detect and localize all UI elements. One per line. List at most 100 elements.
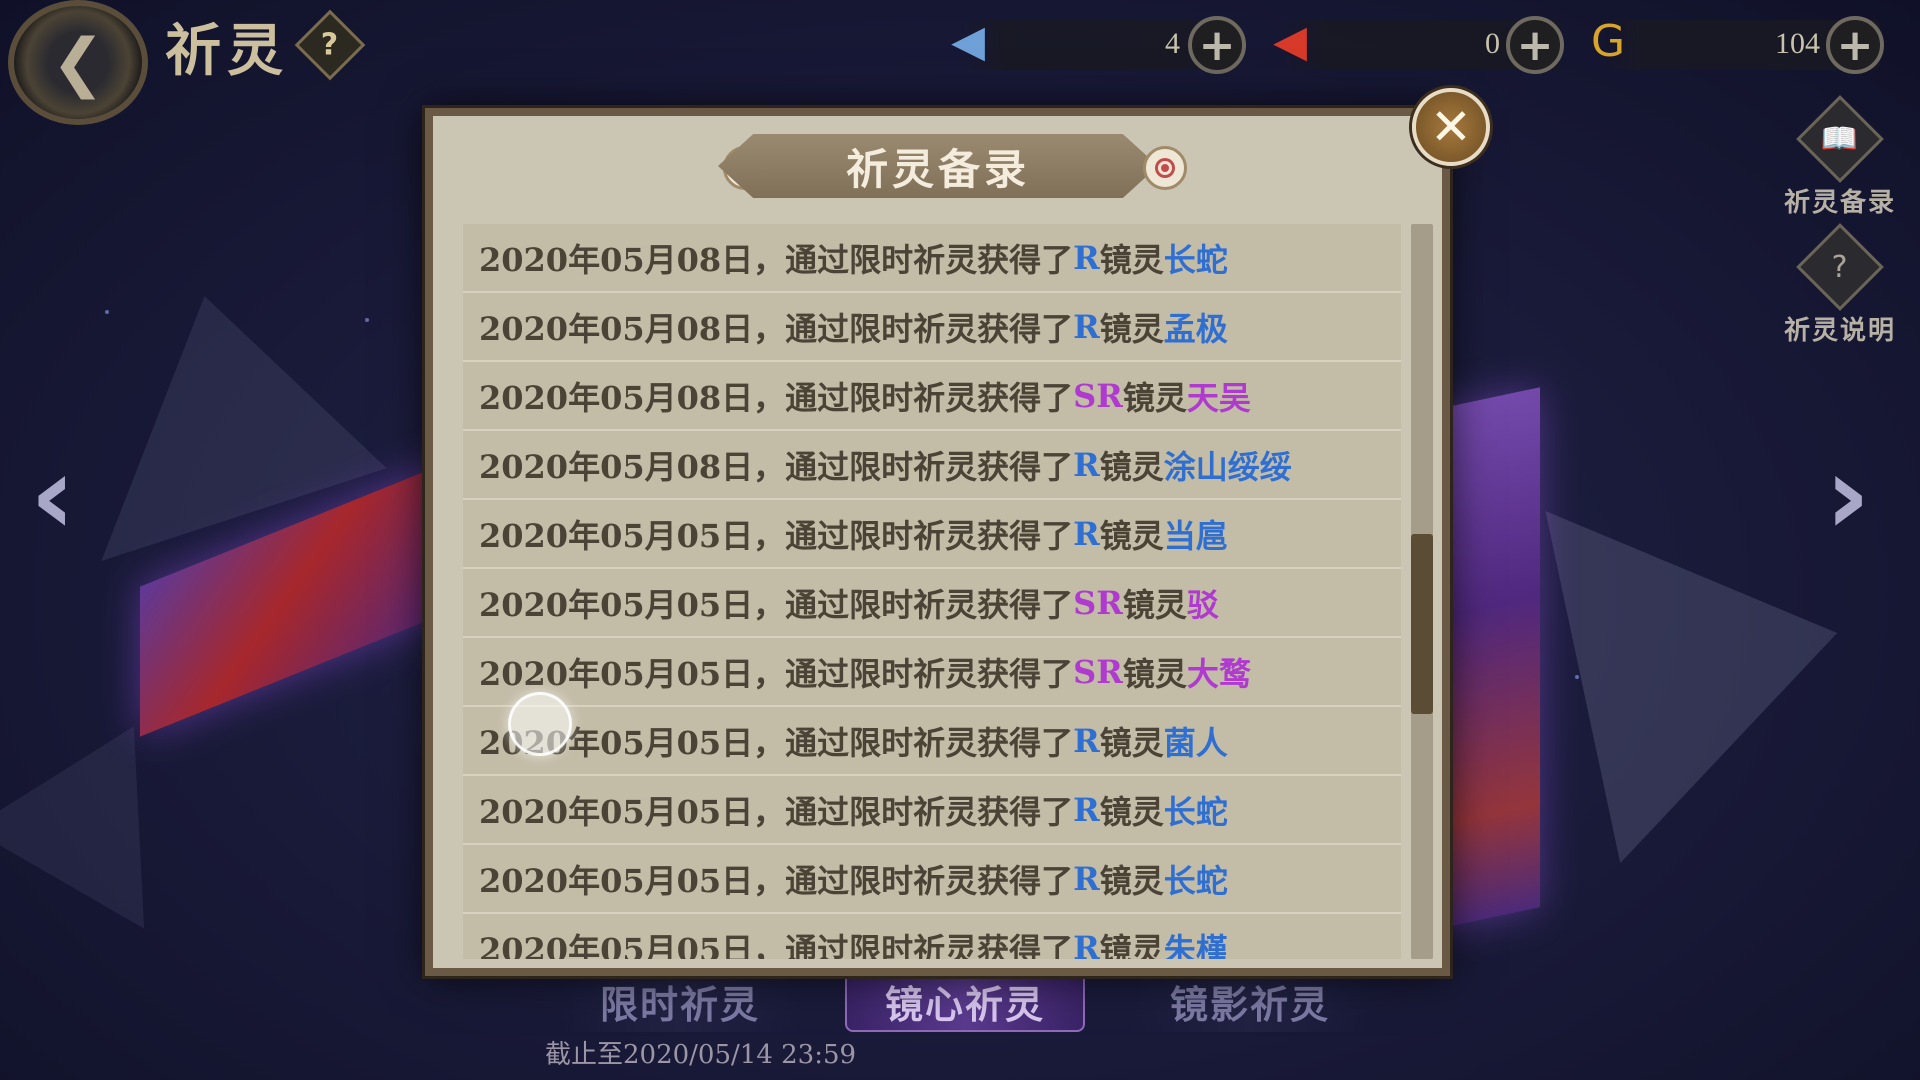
record-text: 通过限时祈灵获得了 bbox=[785, 447, 1074, 486]
record-row: 2020年05月05日， 通过限时祈灵获得了 R 镜灵 朱槿 bbox=[463, 914, 1401, 959]
info-icon: ? bbox=[1832, 249, 1848, 285]
record-rarity: R bbox=[1073, 928, 1100, 960]
record-rarity: SR bbox=[1073, 583, 1123, 622]
dialog-title-plate: 祈灵备录 bbox=[718, 134, 1158, 198]
record-text: 通过限时祈灵获得了 bbox=[785, 723, 1074, 762]
add-gold-coin-button[interactable]: + bbox=[1826, 16, 1884, 74]
record-date: 2020年05月05日， bbox=[479, 516, 786, 555]
record-row: 2020年05月08日， 通过限时祈灵获得了 R 镜灵 涂山绥绥 bbox=[463, 431, 1401, 500]
record-text: 通过限时祈灵获得了 bbox=[785, 792, 1074, 831]
record-rarity: R bbox=[1073, 514, 1100, 553]
pray-info-button[interactable]: ? 祈灵说明 bbox=[1780, 223, 1900, 356]
record-name: 长蛇 bbox=[1163, 792, 1228, 831]
prev-arrow-icon[interactable]: ‹ bbox=[30, 440, 75, 550]
record-name: 菌人 bbox=[1163, 723, 1228, 762]
record-rarity: R bbox=[1073, 307, 1100, 346]
scrollbar[interactable] bbox=[1411, 224, 1433, 959]
record-type: 镜灵 bbox=[1099, 309, 1164, 348]
title-ornament-icon bbox=[1143, 146, 1187, 190]
record-row: 2020年05月08日， 通过限时祈灵获得了 SR 镜灵 天吴 bbox=[463, 362, 1401, 431]
record-text: 通过限时祈灵获得了 bbox=[785, 240, 1074, 279]
touch-indicator bbox=[508, 692, 572, 756]
record-rarity: R bbox=[1073, 721, 1100, 760]
scrollbar-thumb[interactable] bbox=[1411, 534, 1433, 714]
record-rarity: SR bbox=[1073, 376, 1123, 415]
record-row: 2020年05月05日， 通过限时祈灵获得了 R 镜灵 长蛇 bbox=[463, 776, 1401, 845]
back-button[interactable]: ❮ bbox=[8, 0, 148, 125]
record-type: 镜灵 bbox=[1122, 585, 1187, 624]
record-row: 2020年05月08日， 通过限时祈灵获得了 R 镜灵 孟极 bbox=[463, 293, 1401, 362]
record-list[interactable]: 2020年05月08日， 通过限时祈灵获得了 R 镜灵 长蛇 2020年05月08日， 通过… bbox=[463, 224, 1401, 959]
record-text: 通过限时祈灵获得了 bbox=[785, 861, 1074, 900]
next-arrow-icon[interactable]: › bbox=[1825, 440, 1870, 550]
resource-value: 4 bbox=[1165, 27, 1180, 60]
record-type: 镜灵 bbox=[1122, 654, 1187, 693]
tab-mirror-shadow-pray[interactable]: 镜影祈灵 bbox=[1130, 970, 1370, 1032]
record-text: 通过限时祈灵获得了 bbox=[785, 516, 1074, 555]
record-row: 2020年05月05日， 通过限时祈灵获得了 R 镜灵 菌人 bbox=[463, 707, 1401, 776]
record-date: 2020年05月08日， bbox=[479, 240, 786, 279]
background-triangle bbox=[0, 681, 230, 929]
record-name: 大鹜 bbox=[1186, 654, 1251, 693]
record-type: 镜灵 bbox=[1099, 240, 1164, 279]
gold-coin-icon: G bbox=[1590, 16, 1626, 67]
record-date: 2020年05月08日， bbox=[479, 447, 786, 486]
background-star bbox=[105, 310, 109, 314]
help-button[interactable]: ? bbox=[294, 9, 366, 81]
record-name: 涂山绥绥 bbox=[1163, 447, 1292, 486]
record-text: 通过限时祈灵获得了 bbox=[785, 930, 1074, 960]
pray-record-dialog: 祈灵备录 2020年05月08日， 通过限时祈灵获得了 R 镜灵 长蛇 2020年05月0… bbox=[425, 108, 1450, 976]
deadline-text: 截止至2020/05/14 23:59 bbox=[545, 1040, 857, 1070]
record-date: 2020年05月08日， bbox=[479, 309, 786, 348]
background-star bbox=[365, 318, 369, 322]
record-name: 长蛇 bbox=[1163, 861, 1228, 900]
record-type: 镜灵 bbox=[1099, 930, 1164, 960]
record-type: 镜灵 bbox=[1099, 516, 1164, 555]
record-type: 镜灵 bbox=[1099, 792, 1164, 831]
record-date: 2020年05月05日， bbox=[479, 654, 786, 693]
record-row: 2020年05月05日， 通过限时祈灵获得了 SR 镜灵驳 bbox=[463, 569, 1401, 638]
record-row: 2020年05月08日， 通过限时祈灵获得了 R 镜灵 长蛇 bbox=[463, 224, 1401, 293]
pray-info-label: 祈灵说明 bbox=[1783, 316, 1896, 346]
record-book-label: 祈灵备录 bbox=[1783, 188, 1896, 218]
record-type: 镜灵 bbox=[1099, 723, 1164, 762]
close-button[interactable]: ✕ bbox=[1412, 88, 1490, 166]
record-name: 朱槿 bbox=[1163, 930, 1228, 960]
blue-crystal-icon: ◀ bbox=[951, 16, 985, 67]
add-red-crystal-button[interactable]: + bbox=[1506, 16, 1564, 74]
record-rarity: R bbox=[1073, 238, 1100, 277]
record-type: 镜灵 bbox=[1099, 861, 1164, 900]
resource-value: 104 bbox=[1775, 27, 1820, 60]
record-text: 通过限时祈灵获得了 bbox=[785, 378, 1074, 417]
record-name: 天吴 bbox=[1186, 378, 1251, 417]
red-crystal-icon: ◀ bbox=[1273, 16, 1307, 67]
record-name: 孟极 bbox=[1163, 309, 1228, 348]
record-rarity: R bbox=[1073, 445, 1100, 484]
record-type: 镜灵 bbox=[1099, 447, 1164, 486]
record-date: 2020年05月08日， bbox=[479, 378, 786, 417]
record-row: 2020年05月05日， 通过限时祈灵获得了 SR 镜灵 大鹜 bbox=[463, 638, 1401, 707]
record-rarity: SR bbox=[1073, 652, 1123, 691]
dialog-title: 祈灵备录 bbox=[845, 144, 1030, 194]
question-icon: ? bbox=[321, 27, 339, 63]
record-rarity: R bbox=[1073, 859, 1100, 898]
add-blue-crystal-button[interactable]: + bbox=[1188, 16, 1246, 74]
record-rarity: R bbox=[1073, 790, 1100, 829]
record-row: 2020年05月05日， 通过限时祈灵获得了 R 镜灵 当扈 bbox=[463, 500, 1401, 569]
book-icon: 📖 bbox=[1821, 121, 1859, 157]
record-book-button[interactable]: 📖 祈灵备录 bbox=[1780, 95, 1900, 228]
record-name: 长蛇 bbox=[1163, 240, 1228, 279]
record-type: 镜灵 bbox=[1122, 378, 1187, 417]
tab-mirror-heart-pray[interactable]: 镜心祈灵 bbox=[845, 970, 1085, 1032]
record-text: 通过限时祈灵获得了 bbox=[785, 585, 1074, 624]
record-row: 2020年05月05日， 通过限时祈灵获得了 R 镜灵 长蛇 bbox=[463, 845, 1401, 914]
resource-value: 0 bbox=[1485, 27, 1500, 60]
record-date: 2020年05月05日， bbox=[479, 585, 786, 624]
record-text: 通过限时祈灵获得了 bbox=[785, 309, 1074, 348]
back-arrow-icon: ❮ bbox=[51, 25, 105, 100]
background-star bbox=[1575, 675, 1579, 679]
page-title: 祈灵 bbox=[165, 18, 289, 84]
tab-limited-pray[interactable]: 限时祈灵 bbox=[560, 970, 800, 1032]
record-date: 2020年05月05日， bbox=[479, 792, 786, 831]
record-date: 2020年05月05日， bbox=[479, 861, 786, 900]
